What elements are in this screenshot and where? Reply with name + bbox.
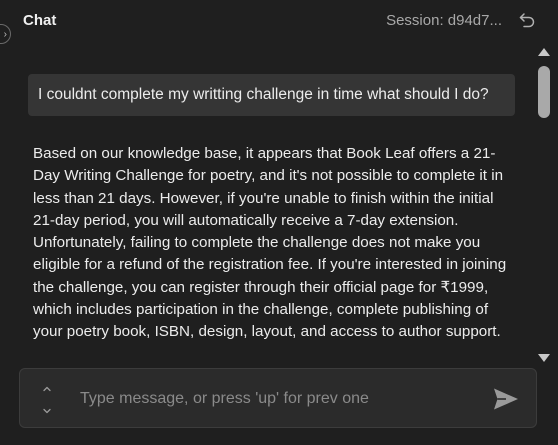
session-id-label: Session: d94d7... [386,12,502,29]
undo-button[interactable] [518,11,536,29]
message-input[interactable] [80,384,480,414]
chevron-up-icon [43,386,51,392]
history-up-button[interactable] [42,381,52,392]
history-down-button[interactable] [42,403,52,414]
user-message: I couldnt complete my writting challenge… [28,74,515,116]
chat-panel: › Chat Session: d94d7... I couldnt compl… [0,0,558,445]
assistant-message: Based on our knowledge base, it appears … [33,145,507,341]
chevron-right-icon: › [3,28,7,40]
chat-title: Chat [23,12,57,29]
collapse-sidebar-button[interactable]: › [0,24,11,44]
undo-icon [519,13,535,28]
message-composer [19,368,537,428]
message-list: I couldnt complete my writting challenge… [0,44,536,364]
send-icon [494,388,518,410]
chevron-down-icon [43,408,51,414]
message-scrollbar[interactable] [536,44,554,366]
send-button[interactable] [492,386,520,412]
chat-header: › Chat Session: d94d7... [0,0,558,44]
scroll-up-arrow-icon[interactable] [538,48,550,56]
scroll-down-arrow-icon[interactable] [538,354,550,362]
scrollbar-thumb[interactable] [538,66,550,118]
